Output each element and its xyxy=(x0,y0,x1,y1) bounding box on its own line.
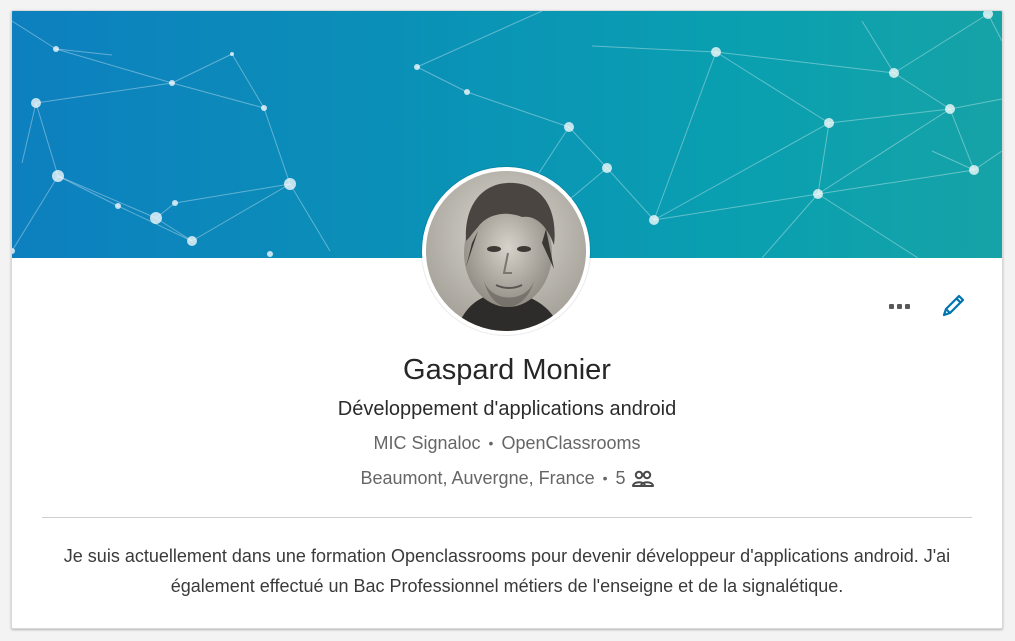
more-options-icon-dot xyxy=(888,303,894,309)
connections-count: 5 xyxy=(615,468,626,488)
separator-dot: • xyxy=(488,435,494,451)
profile-affiliations: MIC Signaloc • OpenClassrooms xyxy=(12,433,1002,454)
section-divider xyxy=(42,517,972,518)
profile-photo[interactable] xyxy=(422,167,590,335)
profile-card: Gaspard Monier Développement d'applicati… xyxy=(11,10,1003,629)
avatar-image xyxy=(426,171,586,331)
profile-headline: Développement d'applications android xyxy=(337,398,677,420)
profile-summary: Je suis actuellement dans une formation … xyxy=(63,546,951,596)
profile-actions xyxy=(884,291,968,321)
connections-link[interactable]: 5 xyxy=(616,468,654,489)
profile-name: Gaspard Monier xyxy=(403,354,611,386)
more-options-button[interactable] xyxy=(884,292,914,320)
school-link[interactable]: OpenClassrooms xyxy=(501,433,640,453)
more-options-icon-dot xyxy=(904,303,910,309)
profile-location-row: Beaumont, Auvergne, France • 5 xyxy=(12,468,1002,489)
pencil-icon xyxy=(942,294,965,317)
separator-dot: • xyxy=(602,469,608,486)
more-options-icon-dot xyxy=(896,303,902,309)
current-company-link[interactable]: MIC Signaloc xyxy=(373,433,480,453)
edit-profile-button[interactable] xyxy=(938,291,968,321)
location-text: Beaumont, Auvergne, France xyxy=(360,468,595,488)
people-icon xyxy=(631,470,654,487)
